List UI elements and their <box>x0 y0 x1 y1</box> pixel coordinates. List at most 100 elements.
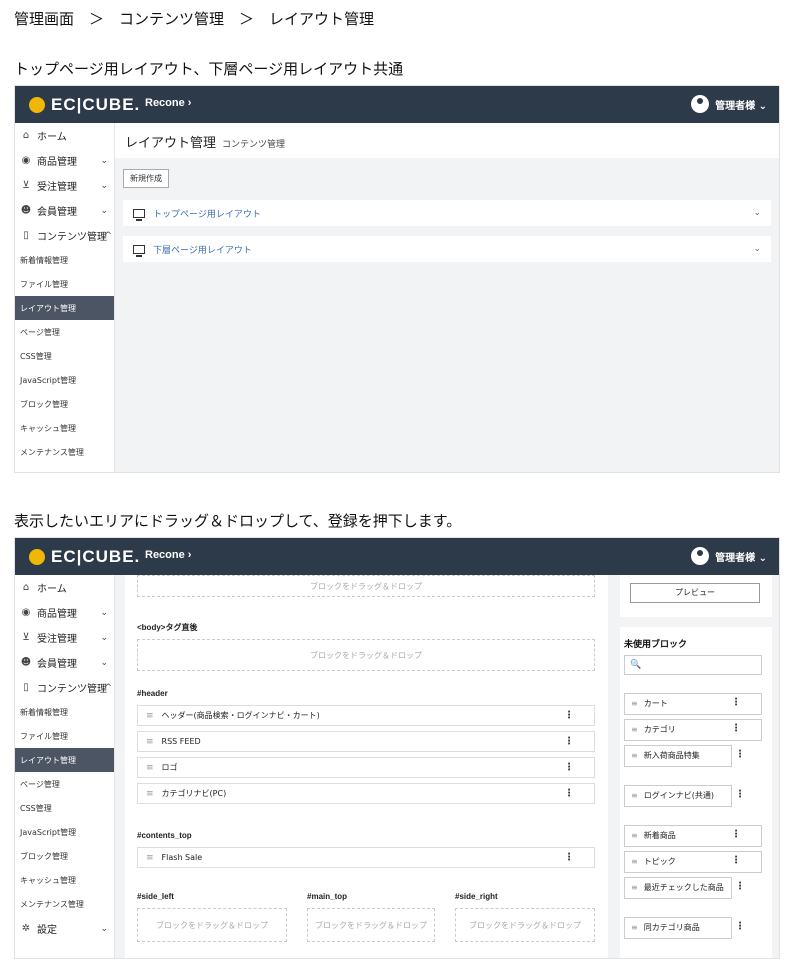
sidebar-sub-layout[interactable]: レイアウト管理 <box>15 748 114 772</box>
right-pane: プレビュー 未使用ブロック 🔍 ≡ カート ⋮ ≡ カテゴリ ⋮ ≡ 新入荷商品特集 ⋮ ≡… <box>612 575 779 958</box>
zone-label-side-left: #side_left <box>137 892 174 901</box>
eccube-logo[interactable]: EC|CUBE. <box>29 547 140 567</box>
sidebar-sub-pages[interactable]: ページ管理 <box>15 320 114 344</box>
sidebar-sub-pages[interactable]: ページ管理 <box>15 772 114 796</box>
kebab-menu-icon[interactable]: ⋮ <box>564 710 574 721</box>
kebab-menu-icon[interactable]: ⋮ <box>731 855 741 867</box>
sidebar-item-settings[interactable]: ✲ 設定 ⌄ <box>15 916 114 941</box>
sidebar-sub-javascript[interactable]: JavaScript管理 <box>15 820 114 844</box>
layout-block[interactable]: ≡ ロゴ ⋮ <box>137 757 595 778</box>
sidebar-item-home[interactable]: ⌂ ホーム <box>15 123 114 148</box>
home-icon: ⌂ <box>22 130 30 141</box>
unused-block[interactable]: ≡ カテゴリ ⋮ <box>624 719 762 741</box>
sidebar-sub-files[interactable]: ファイル管理 <box>15 272 114 296</box>
shop-name-link[interactable]: Recone › <box>145 97 191 109</box>
unused-block[interactable]: ≡ 同カテゴリ商品 ⋮ <box>624 917 745 939</box>
preview-button[interactable]: プレビュー <box>630 583 760 603</box>
sidebar-item-contents[interactable]: ▯ コンテンツ管理 ^ <box>15 675 114 700</box>
sidebar: ⌂ ホーム ◉ 商品管理 ⌄ ⊻ 受注管理 ⌄ ☻ 会員管理 ⌄ ▯ コンテンツ管理 ^ 新着情報… <box>15 575 115 958</box>
user-menu[interactable]: 管理者様 ⌄ <box>691 95 767 113</box>
drag-handle-icon: ≡ <box>631 923 638 932</box>
drop-zone-main-top[interactable]: ブロックをドラッグ＆ドロップ <box>307 908 435 942</box>
layout-block[interactable]: ≡ RSS FEED ⋮ <box>137 731 595 752</box>
drag-handle-icon: ≡ <box>631 699 638 708</box>
layout-editor: ブロックをドラッグ＆ドロップ <body>タグ直後 ブロックをドラッグ＆ドロップ… <box>125 575 608 958</box>
chevron-down-icon: ⌄ <box>100 632 108 643</box>
layout-card-lower[interactable]: 下層ページ用レイアウト ⌄ <box>123 236 771 262</box>
sidebar-item-products[interactable]: ◉ 商品管理 ⌄ <box>15 148 114 173</box>
unused-block[interactable]: ≡ 最近チェックした商品 ⋮ <box>624 877 745 899</box>
top-bar: EC|CUBE. Recone › 管理者様 ⌄ <box>15 86 779 123</box>
zone-label-body-after: <body>タグ直後 <box>137 623 198 632</box>
kebab-menu-icon[interactable]: ⋮ <box>735 921 745 933</box>
drop-zone-body-after[interactable]: ブロックをドラッグ＆ドロップ <box>137 639 595 671</box>
users-icon: ☻ <box>20 205 32 216</box>
sidebar-item-orders[interactable]: ⊻ 受注管理 ⌄ <box>15 625 114 650</box>
user-icon <box>691 547 710 565</box>
kebab-menu-icon[interactable]: ⋮ <box>731 829 741 841</box>
drag-handle-icon: ≡ <box>146 788 154 799</box>
tag-icon: ◉ <box>21 607 31 618</box>
new-layout-button[interactable]: 新規作成 <box>123 169 169 188</box>
logo-icon <box>29 97 45 113</box>
drag-handle-icon: ≡ <box>631 883 638 892</box>
unused-block[interactable]: ≡ トピック ⋮ <box>624 851 762 873</box>
unused-block[interactable]: ≡ 新着商品 ⋮ <box>624 825 762 847</box>
sidebar-item-home[interactable]: ⌂ ホーム <box>15 575 114 600</box>
layout-block[interactable]: ≡ ヘッダー(商品検索・ログインナビ・カート) ⋮ <box>137 705 595 726</box>
kebab-menu-icon[interactable]: ⋮ <box>731 697 741 709</box>
sidebar-sub-blocks[interactable]: ブロック管理 <box>15 844 114 868</box>
page-subtitle: コンテンツ管理 <box>222 140 286 150</box>
chevron-up-icon: ^ <box>104 682 112 693</box>
sidebar-item-products[interactable]: ◉ 商品管理 ⌄ <box>15 600 114 625</box>
drop-zone-side-right[interactable]: ブロックをドラッグ＆ドロップ <box>455 908 595 942</box>
sidebar-item-customers[interactable]: ☻ 会員管理 ⌄ <box>15 198 114 223</box>
layout-block[interactable]: ≡ カテゴリナビ(PC) ⋮ <box>137 783 595 804</box>
chevron-down-icon: ⌄ <box>100 657 108 668</box>
user-menu[interactable]: 管理者様 ⌄ <box>691 547 767 565</box>
sidebar-sub-css[interactable]: CSS管理 <box>15 344 114 368</box>
drag-handle-icon: ≡ <box>631 725 638 734</box>
kebab-menu-icon[interactable]: ⋮ <box>731 723 741 735</box>
sidebar-sub-blocks[interactable]: ブロック管理 <box>15 392 114 416</box>
unused-block[interactable]: ≡ 新入荷商品特集 ⋮ <box>624 745 745 767</box>
unused-block[interactable]: ≡ カート ⋮ <box>624 693 762 715</box>
sidebar-sub-css[interactable]: CSS管理 <box>15 796 114 820</box>
layout-block[interactable]: ≡ Flash Sale ⋮ <box>137 847 595 868</box>
sidebar-item-customers[interactable]: ☻ 会員管理 ⌄ <box>15 650 114 675</box>
unused-block[interactable]: ≡ ログインナビ(共通) ⋮ <box>624 785 745 807</box>
drag-handle-icon: ≡ <box>146 852 154 863</box>
shop-name-link[interactable]: Recone › <box>145 549 191 561</box>
kebab-menu-icon[interactable]: ⋮ <box>735 749 745 761</box>
sidebar-sub-cache[interactable]: キャッシュ管理 <box>15 416 114 440</box>
sidebar-sub-maintenance[interactable]: メンテナンス管理 <box>15 892 114 916</box>
layout-card-top[interactable]: トップページ用レイアウト ⌄ <box>123 200 771 226</box>
sidebar-sub-maintenance[interactable]: メンテナンス管理 <box>15 440 114 464</box>
eccube-logo[interactable]: EC|CUBE. <box>29 95 140 115</box>
screenshot-layout-list: EC|CUBE. Recone › 管理者様 ⌄ ⌂ ホーム ◉ 商品管理 ⌄ ⊻ 受注… <box>14 85 780 473</box>
cart-icon: ⊻ <box>22 632 30 643</box>
sidebar-item-orders[interactable]: ⊻ 受注管理 ⌄ <box>15 173 114 198</box>
drop-zone-side-left[interactable]: ブロックをドラッグ＆ドロップ <box>137 908 287 942</box>
drop-zone[interactable]: ブロックをドラッグ＆ドロップ <box>137 575 595 597</box>
kebab-menu-icon[interactable]: ⋮ <box>564 852 574 863</box>
kebab-menu-icon[interactable]: ⋮ <box>564 736 574 747</box>
cart-icon: ⊻ <box>22 180 30 191</box>
kebab-menu-icon[interactable]: ⋮ <box>735 789 745 801</box>
kebab-menu-icon[interactable]: ⋮ <box>735 881 745 893</box>
sidebar-sub-layout[interactable]: レイアウト管理 <box>15 296 114 320</box>
kebab-menu-icon[interactable]: ⋮ <box>564 762 574 773</box>
zone-label-contents-top: #contents_top <box>137 831 192 840</box>
kebab-menu-icon[interactable]: ⋮ <box>564 788 574 799</box>
sidebar-sub-news[interactable]: 新着情報管理 <box>15 700 114 724</box>
sidebar-sub-files[interactable]: ファイル管理 <box>15 724 114 748</box>
sidebar-sub-cache[interactable]: キャッシュ管理 <box>15 868 114 892</box>
sidebar-sub-news[interactable]: 新着情報管理 <box>15 248 114 272</box>
zone-label-header: #header <box>137 689 168 698</box>
sidebar-item-contents[interactable]: ▯ コンテンツ管理 ^ <box>15 223 114 248</box>
sidebar-sub-javascript[interactable]: JavaScript管理 <box>15 368 114 392</box>
unused-blocks-title: 未使用ブロック <box>624 640 688 650</box>
main-content: レイアウト管理 コンテンツ管理 新規作成 トップページ用レイアウト ⌄ 下層ページ… <box>115 123 779 472</box>
block-search-input[interactable]: 🔍 <box>624 655 762 675</box>
drag-handle-icon: ≡ <box>631 791 638 800</box>
